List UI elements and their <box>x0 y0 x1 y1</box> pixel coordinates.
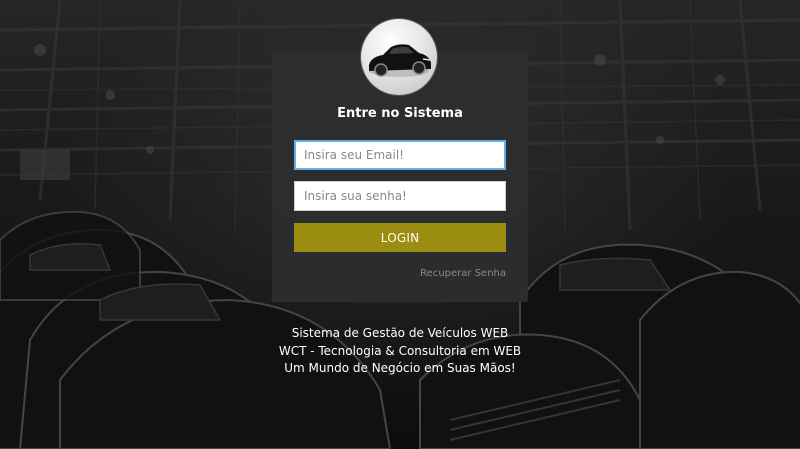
car-icon <box>361 19 437 95</box>
recover-password-link[interactable]: Recuperar Senha <box>420 268 506 279</box>
footer-line-slogan: Um Mundo de Negócio em Suas Mãos! <box>284 361 516 375</box>
login-button[interactable]: LOGIN <box>294 223 506 252</box>
footer-line-company: WCT - Tecnologia & Consultoria em WEB <box>278 343 522 358</box>
login-title: Entre no Sistema <box>337 106 463 121</box>
email-input[interactable] <box>294 140 506 170</box>
footer-line-system: Sistema de Gestão de Veículos WEB <box>291 326 509 340</box>
password-input[interactable] <box>294 181 506 211</box>
footer-text: Sistema de Gestão de Veículos WEB WCT - … <box>200 325 600 378</box>
